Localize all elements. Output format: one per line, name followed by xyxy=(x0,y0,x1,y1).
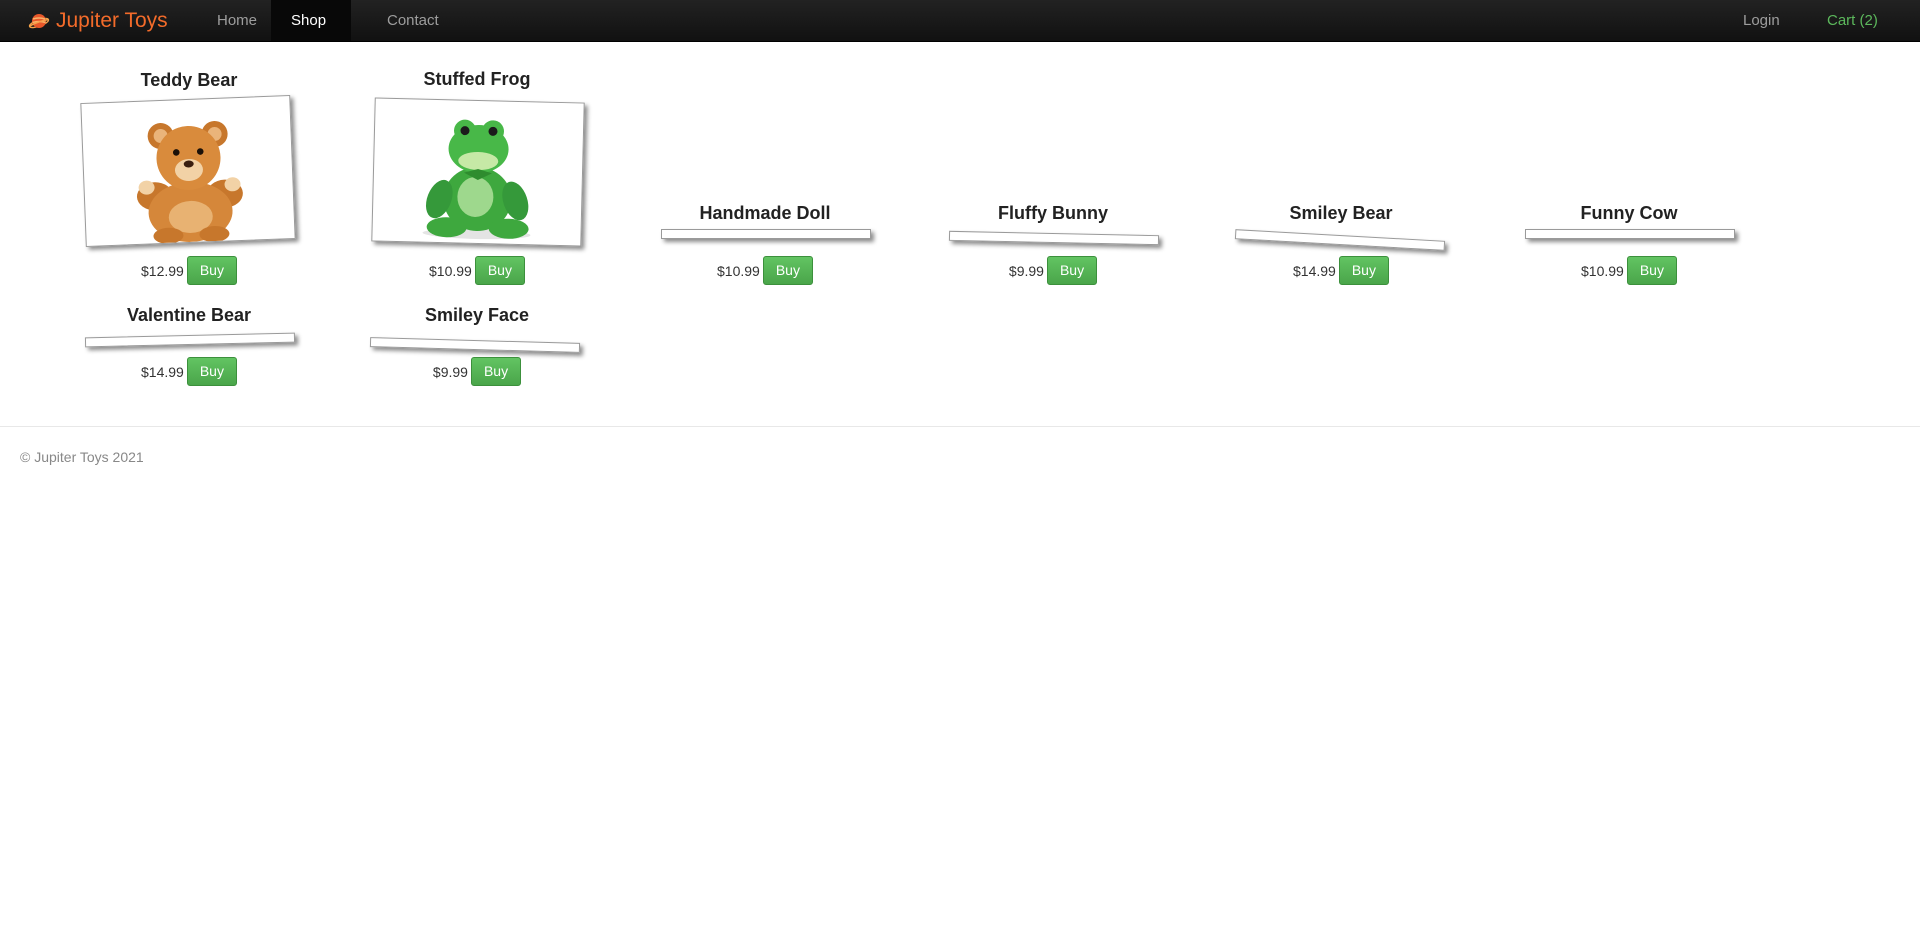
top-navbar: Jupiter Toys Home Shop Contact Login Car… xyxy=(0,0,1920,42)
product-price: $9.99 xyxy=(432,363,468,380)
product-title: Stuffed Frog xyxy=(423,69,531,89)
price-row: $10.99 Buy xyxy=(621,256,909,285)
buy-button[interactable]: Buy xyxy=(186,357,237,386)
teddy-bear-image xyxy=(136,120,243,244)
buy-button[interactable]: Buy xyxy=(470,357,522,386)
price-row: $12.99 Buy xyxy=(45,256,333,285)
buy-button[interactable]: Buy xyxy=(474,256,525,285)
buy-button[interactable]: Buy xyxy=(1338,256,1389,285)
product-title: Funny Cow xyxy=(1580,203,1678,223)
product-image xyxy=(948,230,1160,246)
product-price: $12.99 xyxy=(141,262,184,279)
product-price: $14.99 xyxy=(1293,262,1336,279)
product-price: $14.99 xyxy=(141,363,184,380)
stuffed-frog-image xyxy=(422,119,531,240)
planet-logo-icon xyxy=(28,13,50,28)
product-image xyxy=(84,332,296,348)
product-image xyxy=(369,337,581,353)
product-price: $10.99 xyxy=(429,262,472,279)
nav-cart[interactable]: Cart (2) xyxy=(1807,0,1898,41)
footer-divider xyxy=(0,426,1920,427)
nav-shop[interactable]: Shop xyxy=(271,0,351,41)
brand-name: Jupiter Toys xyxy=(56,8,168,32)
product-image xyxy=(1234,229,1446,251)
product-title: Fluffy Bunny xyxy=(998,203,1108,223)
product-title: Smiley Face xyxy=(424,305,530,325)
product-price: $10.99 xyxy=(717,262,760,279)
product-price: $9.99 xyxy=(1008,262,1044,279)
product-title: Handmade Doll xyxy=(699,203,831,223)
price-row: $14.99 Buy xyxy=(1197,256,1485,285)
brand-link[interactable]: Jupiter Toys xyxy=(28,0,168,41)
buy-button[interactable]: Buy xyxy=(1626,256,1677,285)
buy-button[interactable]: Buy xyxy=(186,256,237,285)
price-row: $9.99 Buy xyxy=(333,357,621,386)
product-image xyxy=(80,95,296,247)
price-row: $14.99 Buy xyxy=(45,357,333,386)
product-title: Teddy Bear xyxy=(140,70,238,90)
product-image xyxy=(1525,229,1735,239)
product-title: Valentine Bear xyxy=(126,305,252,325)
product-image xyxy=(371,97,585,247)
price-row: $10.99 Buy xyxy=(333,256,621,285)
product-title: Smiley Bear xyxy=(1289,203,1393,223)
copyright-text: © Jupiter Toys 2021 xyxy=(20,449,144,465)
price-row: $10.99 Buy xyxy=(1485,256,1773,285)
price-row: $9.99 Buy xyxy=(909,256,1197,285)
nav-login[interactable]: Login xyxy=(1723,0,1800,41)
buy-button[interactable]: Buy xyxy=(762,256,813,285)
product-image xyxy=(661,229,871,239)
nav-contact[interactable]: Contact xyxy=(367,0,459,41)
product-price: $10.99 xyxy=(1581,262,1624,279)
buy-button[interactable]: Buy xyxy=(1046,256,1098,285)
nav-home[interactable]: Home xyxy=(197,0,277,41)
